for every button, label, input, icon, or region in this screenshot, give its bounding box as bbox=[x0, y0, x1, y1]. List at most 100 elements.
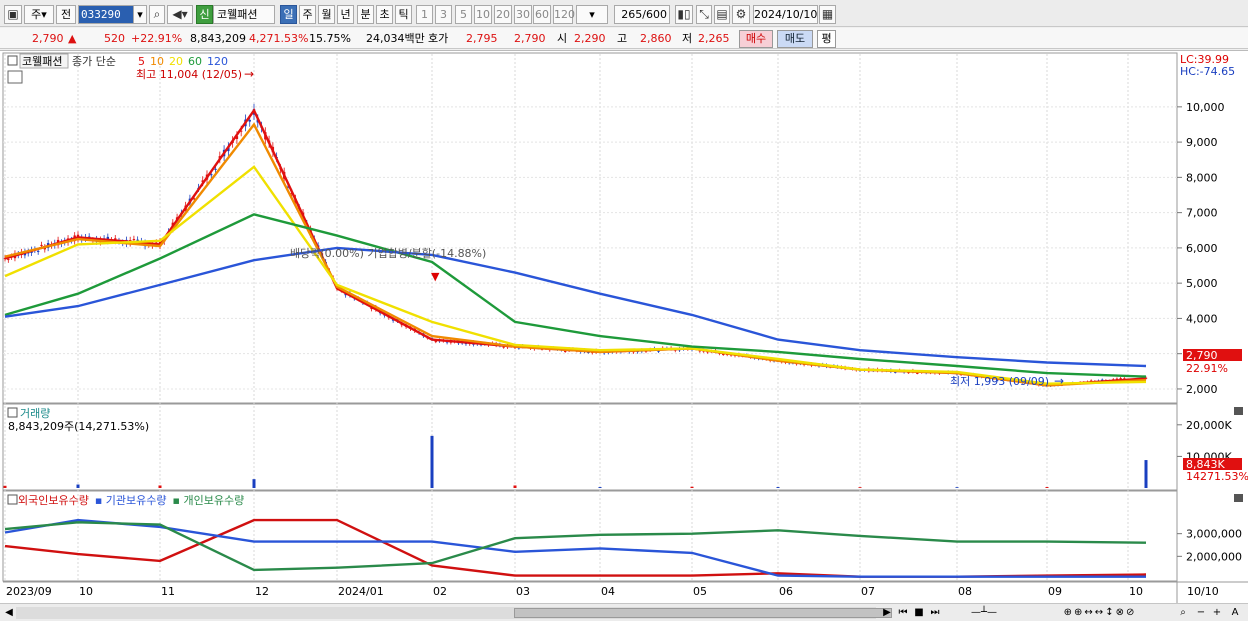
y-tick-label: 7,000 bbox=[1186, 207, 1218, 220]
holding-y-tick-label: 2,000,000 bbox=[1186, 550, 1242, 563]
volume-panel-close-icon[interactable] bbox=[1234, 407, 1243, 415]
interval-60[interactable]: 60 bbox=[533, 5, 551, 24]
volume-bar bbox=[776, 487, 780, 488]
interval-custom-select[interactable]: ▾ bbox=[576, 5, 608, 24]
window-icon[interactable]: ▣ bbox=[4, 5, 22, 24]
interval-120[interactable]: 120 bbox=[553, 5, 575, 24]
candle-body bbox=[132, 239, 136, 241]
hc-label: HC:-74.65 bbox=[1180, 65, 1235, 78]
drawing-tools-icon[interactable]: ⊕⊕↔↔↕⊗⊘ bbox=[1030, 606, 1170, 620]
x-tick-label: 07 bbox=[861, 585, 875, 598]
fast-forward-icon[interactable]: ⏭ bbox=[928, 606, 942, 620]
scroll-track[interactable] bbox=[16, 607, 892, 619]
period-year[interactable]: 년 bbox=[337, 5, 354, 24]
volume-bar bbox=[1144, 460, 1148, 488]
sound-icon[interactable]: ◀▾ bbox=[167, 5, 193, 24]
candle-body bbox=[7, 259, 10, 261]
interval-1[interactable]: 1 bbox=[416, 5, 433, 24]
buy-button[interactable]: 매수 bbox=[739, 30, 773, 48]
stock-name-field[interactable]: 코웰패션 bbox=[213, 5, 275, 24]
x-tick-label: 11 bbox=[161, 585, 175, 598]
volume-bar bbox=[430, 435, 434, 488]
scroll-thumb[interactable] bbox=[514, 608, 892, 618]
zoom-out-icon[interactable]: − bbox=[1194, 606, 1208, 620]
volume-bar bbox=[598, 487, 602, 488]
spacer bbox=[1234, 161, 1243, 169]
low-arrow-icon: → bbox=[1054, 374, 1064, 388]
x-tick-label: 04 bbox=[601, 585, 615, 598]
zoom-search-icon[interactable]: ⌕ bbox=[1176, 606, 1190, 620]
holding-panel-close-icon[interactable] bbox=[1234, 494, 1243, 502]
y-axis-ticks: 10,000 9,000 8,000 7,000 6,000 5,000 4,000 3,00… bbox=[1177, 101, 1242, 563]
period-day[interactable]: 일 bbox=[280, 5, 297, 24]
date-field[interactable]: 2024/10/10 bbox=[753, 5, 818, 24]
data-count-field[interactable]: 265/600 bbox=[614, 5, 670, 24]
period-month[interactable]: 월 bbox=[318, 5, 335, 24]
x-tick-label: 03 bbox=[516, 585, 530, 598]
rewind-icon[interactable]: ⏮ bbox=[896, 606, 910, 620]
period-week[interactable]: 주 bbox=[299, 5, 316, 24]
code-dropdown-icon[interactable]: ▾ bbox=[133, 5, 147, 24]
y-tick-label: 10,000 bbox=[1186, 101, 1225, 114]
zoom-in-icon[interactable]: + bbox=[1210, 606, 1224, 620]
gear-icon[interactable]: ⚙ bbox=[732, 5, 750, 24]
volume-info: 8,843,209주(14,271.53%) bbox=[8, 420, 149, 433]
period-minute[interactable]: 분 bbox=[357, 5, 374, 24]
period-tick[interactable]: 틱 bbox=[395, 5, 412, 24]
candle-body bbox=[564, 350, 567, 352]
holding-legend-item: ▪ 기관보유수량 bbox=[95, 494, 167, 507]
chart-svg[interactable]: 10,000 9,000 8,000 7,000 6,000 5,000 4,000 3,00… bbox=[0, 51, 1248, 604]
stock-code-field[interactable] bbox=[79, 6, 135, 23]
save-icon[interactable]: ▤ bbox=[714, 5, 730, 24]
bid-price: 2,790 bbox=[514, 32, 546, 45]
stock-code-input[interactable] bbox=[78, 5, 136, 24]
interval-3[interactable]: 3 bbox=[435, 5, 452, 24]
zoom-slider[interactable]: —┴— bbox=[948, 606, 1020, 620]
x-tick-label: 2024/01 bbox=[338, 585, 384, 598]
interval-20[interactable]: 20 bbox=[494, 5, 512, 24]
stop-icon[interactable]: ■ bbox=[912, 606, 926, 620]
calculator-icon[interactable] bbox=[7, 70, 23, 84]
volume-bar bbox=[252, 479, 256, 488]
ma-legend-item: 120 bbox=[207, 55, 228, 68]
x-tick-label: 10 bbox=[79, 585, 93, 598]
chart-area[interactable]: 10,000 9,000 8,000 7,000 6,000 5,000 4,000 3,00… bbox=[0, 50, 1248, 603]
chart-scrollbar[interactable]: ◀ ▶ ⏮ ■ ⏭ —┴— ⊕⊕↔↔↕⊗⊘ ⌕ − + A bbox=[0, 603, 1248, 621]
candle-body bbox=[916, 372, 919, 374]
ask-price: 2,795 bbox=[466, 32, 498, 45]
price-tag: 2,790 bbox=[1186, 349, 1218, 362]
period-second[interactable]: 초 bbox=[376, 5, 393, 24]
x-tick-label: 05 bbox=[693, 585, 707, 598]
high-label: 고 bbox=[617, 32, 628, 45]
play-icon[interactable]: ▶ bbox=[880, 606, 894, 620]
candle-body bbox=[434, 341, 437, 343]
search-icon[interactable]: ⌕ bbox=[149, 5, 165, 24]
candle-icon[interactable]: ▮▯ bbox=[675, 5, 693, 24]
holding-legend-item: ▪ 개인보유수량 bbox=[173, 494, 245, 507]
low-label: 저 bbox=[682, 32, 693, 45]
interval-5[interactable]: 5 bbox=[455, 5, 472, 24]
current-price: 2,790 bbox=[32, 32, 64, 45]
y-tick-label: 5,000 bbox=[1186, 277, 1218, 290]
font-size-icon[interactable]: A bbox=[1228, 606, 1242, 620]
sell-button[interactable]: 매도 bbox=[777, 30, 813, 48]
candle-body bbox=[36, 250, 40, 252]
volume-value: 8,843,209 bbox=[190, 32, 246, 45]
candle-body bbox=[657, 350, 660, 352]
scroll-left-icon[interactable]: ◀ bbox=[2, 606, 16, 620]
line-tool-icon[interactable]: ⤡ bbox=[696, 5, 712, 24]
flat-button[interactable]: 평 bbox=[817, 30, 836, 48]
candle-body bbox=[40, 244, 43, 246]
interval-10[interactable]: 10 bbox=[474, 5, 492, 24]
prev-button[interactable]: 전 bbox=[56, 5, 76, 24]
volume-pct-tag: 14271.53% bbox=[1186, 470, 1248, 483]
y-tick-label: 8,000 bbox=[1186, 171, 1218, 184]
hoga-label: 호가 bbox=[428, 32, 449, 45]
calendar-icon[interactable]: ▦ bbox=[819, 5, 836, 24]
volume-pct: 4,271.53% bbox=[249, 32, 309, 45]
volume-title: 거래량 bbox=[20, 407, 50, 420]
high-price: 2,860 bbox=[640, 32, 672, 45]
interval-30[interactable]: 30 bbox=[514, 5, 532, 24]
market-type-select[interactable]: 주▾ bbox=[24, 5, 54, 24]
data-count-value: 265 bbox=[621, 8, 643, 21]
